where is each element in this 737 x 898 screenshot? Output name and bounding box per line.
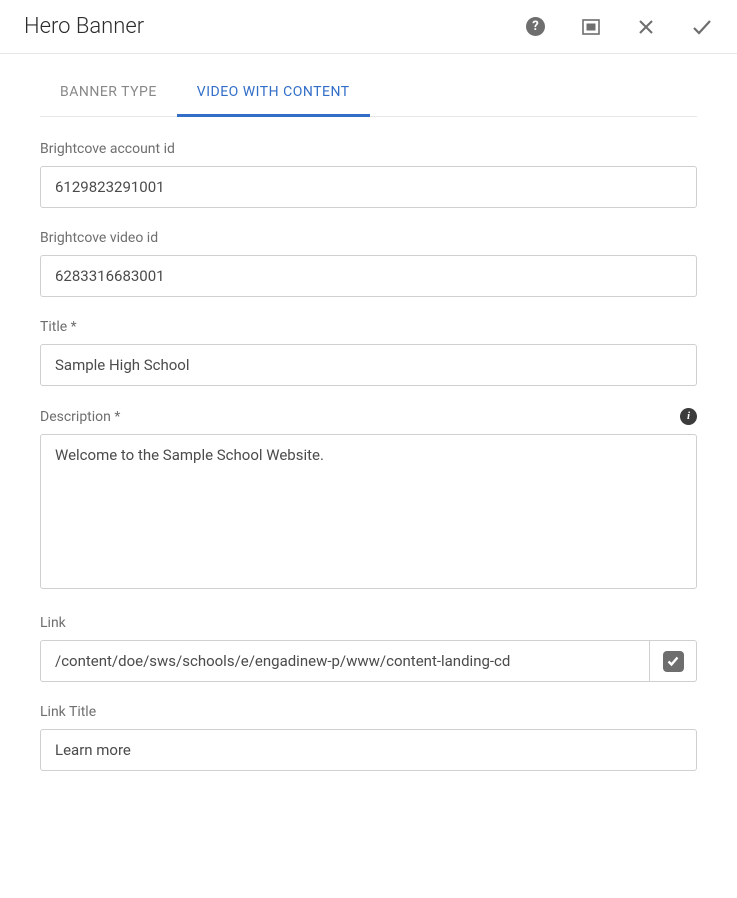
field-link-title: Link Title (40, 704, 697, 771)
label-link-title: Link Title (40, 704, 96, 720)
tab-banner-type[interactable]: BANNER TYPE (40, 72, 177, 117)
dialog-title: Hero Banner (24, 14, 526, 39)
tab-bar: BANNER TYPE VIDEO WITH CONTENT (40, 72, 697, 117)
input-title[interactable] (40, 344, 697, 386)
help-icon: ? (526, 17, 545, 36)
label-account-id: Brightcove account id (40, 141, 175, 157)
input-link-title[interactable] (40, 729, 697, 771)
label-title: Title * (40, 319, 77, 335)
field-link: Link (40, 615, 697, 682)
help-button[interactable]: ? (526, 17, 545, 36)
check-icon (691, 16, 713, 38)
label-link: Link (40, 615, 66, 631)
form: Brightcove account id Brightcove video i… (40, 117, 697, 817)
tab-video-with-content[interactable]: VIDEO WITH CONTENT (177, 72, 370, 117)
field-description: Description * i (40, 408, 697, 593)
close-button[interactable] (637, 18, 655, 36)
dialog-actions: ? (526, 16, 713, 38)
close-icon (637, 18, 655, 36)
confirm-button[interactable] (691, 16, 713, 38)
label-video-id: Brightcove video id (40, 230, 158, 246)
fullscreen-icon (581, 17, 601, 37)
label-description: Description * (40, 409, 120, 425)
dialog-body: BANNER TYPE VIDEO WITH CONTENT Brightcov… (0, 72, 737, 817)
checkbox-icon (663, 651, 684, 672)
field-video-id: Brightcove video id (40, 230, 697, 297)
info-icon[interactable]: i (680, 408, 697, 425)
input-account-id[interactable] (40, 166, 697, 208)
link-select-button[interactable] (649, 640, 697, 682)
field-title: Title * (40, 319, 697, 386)
fullscreen-button[interactable] (581, 17, 601, 37)
field-account-id: Brightcove account id (40, 141, 697, 208)
input-video-id[interactable] (40, 255, 697, 297)
dialog-header: Hero Banner ? (0, 0, 737, 54)
input-link[interactable] (40, 640, 649, 682)
input-description[interactable] (40, 434, 697, 589)
